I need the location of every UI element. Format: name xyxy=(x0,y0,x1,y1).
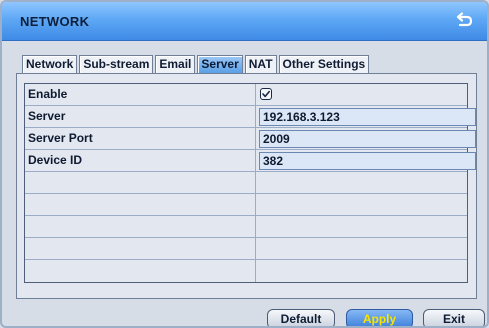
empty-row xyxy=(25,172,467,194)
default-button[interactable]: Default xyxy=(267,309,335,326)
tab-network[interactable]: Network xyxy=(22,55,78,73)
tab-email[interactable]: Email xyxy=(155,55,196,73)
empty-row xyxy=(25,194,467,216)
enable-row: Enable xyxy=(25,84,467,106)
server-port-input[interactable]: 2009 xyxy=(259,130,476,148)
tab-other-settings[interactable]: Other Settings xyxy=(278,55,370,73)
apply-button[interactable]: Apply xyxy=(346,309,413,326)
exit-button[interactable]: Exit xyxy=(423,309,485,326)
server-port-label: Server Port xyxy=(25,128,256,149)
tab-nat[interactable]: NAT xyxy=(244,55,277,73)
title-bar: NETWORK xyxy=(2,2,487,41)
empty-row xyxy=(25,238,467,260)
device-id-row: Device ID 382 xyxy=(25,150,476,172)
network-window: NETWORK Network Sub-stream Email Server … xyxy=(0,0,489,328)
server-port-row: Server Port 2009 xyxy=(25,128,476,150)
empty-row xyxy=(25,216,467,238)
settings-grid: Enable Server 192.168.3.123 Server Port xyxy=(24,83,476,283)
checkmark-icon xyxy=(262,90,270,98)
enable-label: Enable xyxy=(25,84,256,105)
server-settings-panel: Enable Server 192.168.3.123 Server Port xyxy=(16,73,477,299)
empty-row xyxy=(25,260,467,282)
enable-checkbox[interactable] xyxy=(260,88,272,100)
device-id-label: Device ID xyxy=(25,150,256,171)
tab-bar: Network Sub-stream Email Server NAT Othe… xyxy=(22,53,371,73)
tab-sub-stream[interactable]: Sub-stream xyxy=(79,55,154,73)
server-row: Server 192.168.3.123 xyxy=(25,106,476,128)
server-label: Server xyxy=(25,106,256,127)
window-title: NETWORK xyxy=(20,14,90,29)
device-id-input[interactable]: 382 xyxy=(259,152,476,170)
back-arrow-icon[interactable] xyxy=(453,10,475,32)
tab-server[interactable]: Server xyxy=(197,55,243,73)
server-input[interactable]: 192.168.3.123 xyxy=(259,108,476,126)
